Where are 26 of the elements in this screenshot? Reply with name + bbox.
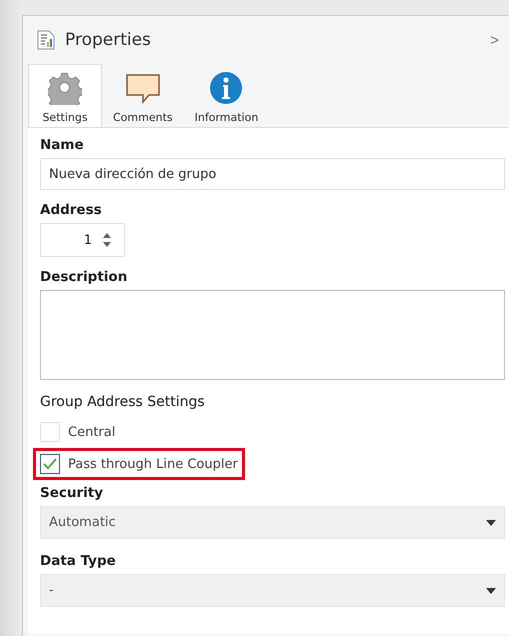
tab[interactable]: Comments (102, 66, 184, 127)
gear-icon (48, 71, 82, 105)
field-label: Data Type (40, 553, 117, 569)
dropdown[interactable]: - (40, 574, 505, 607)
description-field[interactable] (40, 290, 505, 380)
panel-title: Properties (65, 30, 152, 50)
checkbox-label: Central (68, 424, 116, 440)
dropdown-arrow-icon (486, 588, 496, 594)
field-label: Name (40, 137, 85, 153)
info-icon (209, 71, 244, 105)
field-label: Description (40, 269, 128, 285)
spin-arrows-icon[interactable] (102, 231, 112, 249)
dropdown-arrow-icon (486, 520, 496, 526)
section-heading: Group Address Settings (40, 394, 206, 410)
address-spinner[interactable]: 1 (40, 223, 125, 257)
collapse-button[interactable]: > (488, 32, 501, 48)
tab[interactable]: Settings (28, 64, 102, 127)
speech-bubble-icon (124, 73, 161, 105)
name-field[interactable]: Nueva dirección de grupo (40, 158, 505, 190)
field-label: Address (40, 202, 103, 218)
tab[interactable]: Information (184, 64, 270, 127)
dropdown[interactable]: Automatic (40, 506, 505, 539)
properties-icon (37, 30, 55, 50)
checkbox[interactable] (40, 454, 60, 474)
checkbox-label: Pass through Line Coupler (68, 456, 238, 472)
field-label: Security (40, 485, 104, 501)
